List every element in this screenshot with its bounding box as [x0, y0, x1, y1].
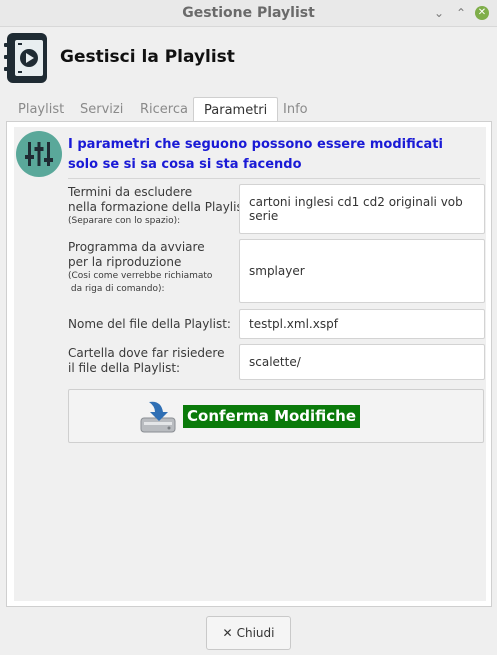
parameters-content: I parametri che seguono possono essere m… — [14, 127, 486, 601]
confirm-changes-label: Conferma Modifiche — [183, 405, 361, 428]
playlist-app-icon — [4, 33, 47, 83]
program-note-line-1: (Cosi come verrebbe richiamato — [68, 271, 213, 281]
window-titlebar: Gestione Playlist ⌄ ⌃ ✕ — [0, 0, 497, 27]
warning-line-1: I parametri che seguono possono essere m… — [68, 137, 443, 152]
program-label: Programma da avviare per la riproduzione… — [68, 240, 212, 296]
warning-line-2: solo se si sa cosa si sta facendo — [68, 157, 302, 172]
page-title: Gestisci la Playlist — [60, 47, 235, 67]
program-label-line-1: Programma da avviare — [68, 240, 205, 254]
tab-bar: Playlist Servizi Ricerca Parametri Info — [8, 97, 488, 122]
maximize-button[interactable]: ⌃ — [454, 6, 468, 20]
close-button-label: Chiudi — [236, 626, 275, 640]
tab-ricerca[interactable]: Ricerca — [140, 97, 188, 122]
exclude-terms-value: cartoni inglesi cd1 cd2 originali vob se… — [249, 195, 463, 223]
tab-info[interactable]: Info — [283, 97, 308, 122]
divider — [68, 178, 480, 179]
exclude-label-line-2: nella formazione della Playlist — [68, 200, 248, 214]
filename-value: testpl.xml.xspf — [249, 317, 338, 331]
exclude-label-line-1: Termini da escludere — [68, 185, 193, 199]
filename-input[interactable]: testpl.xml.xspf — [239, 309, 485, 339]
close-button[interactable]: ✕ Chiudi — [206, 616, 291, 650]
close-icon: ✕ — [222, 626, 233, 640]
folder-label-line-1: Cartella dove far risiedere — [68, 346, 225, 360]
program-note-line-2: da riga di comando): — [68, 284, 165, 294]
save-to-drive-icon — [140, 401, 176, 433]
folder-value: scalette/ — [249, 355, 301, 369]
folder-label-line-2: il file della Playlist: — [68, 361, 181, 375]
folder-input[interactable]: scalette/ — [239, 344, 485, 380]
program-label-line-2: per la riproduzione — [68, 255, 182, 269]
window-title: Gestione Playlist — [182, 5, 315, 21]
tab-servizi[interactable]: Servizi — [80, 97, 123, 122]
exclude-note: (Separare con lo spazio): — [68, 216, 181, 226]
minimize-button[interactable]: ⌄ — [432, 6, 446, 20]
exclude-terms-input[interactable]: cartoni inglesi cd1 cd2 originali vob se… — [239, 184, 485, 234]
program-value: smplayer — [249, 264, 305, 278]
parameters-panel: I parametri che seguono possono essere m… — [6, 121, 492, 607]
exclude-terms-label: Termini da escludere nella formazione de… — [68, 185, 247, 228]
filename-label: Nome del file della Playlist: — [68, 317, 231, 331]
warning-message: I parametri che seguono possono essere m… — [68, 135, 478, 175]
tab-parametri[interactable]: Parametri — [193, 97, 279, 122]
confirm-changes-button[interactable]: Conferma Modifiche — [68, 389, 484, 443]
tab-playlist[interactable]: Playlist — [18, 97, 64, 122]
program-input[interactable]: smplayer — [239, 239, 485, 303]
equalizer-icon — [16, 131, 62, 177]
close-window-button[interactable]: ✕ — [475, 6, 489, 20]
folder-label: Cartella dove far risiedere il file dell… — [68, 346, 224, 376]
